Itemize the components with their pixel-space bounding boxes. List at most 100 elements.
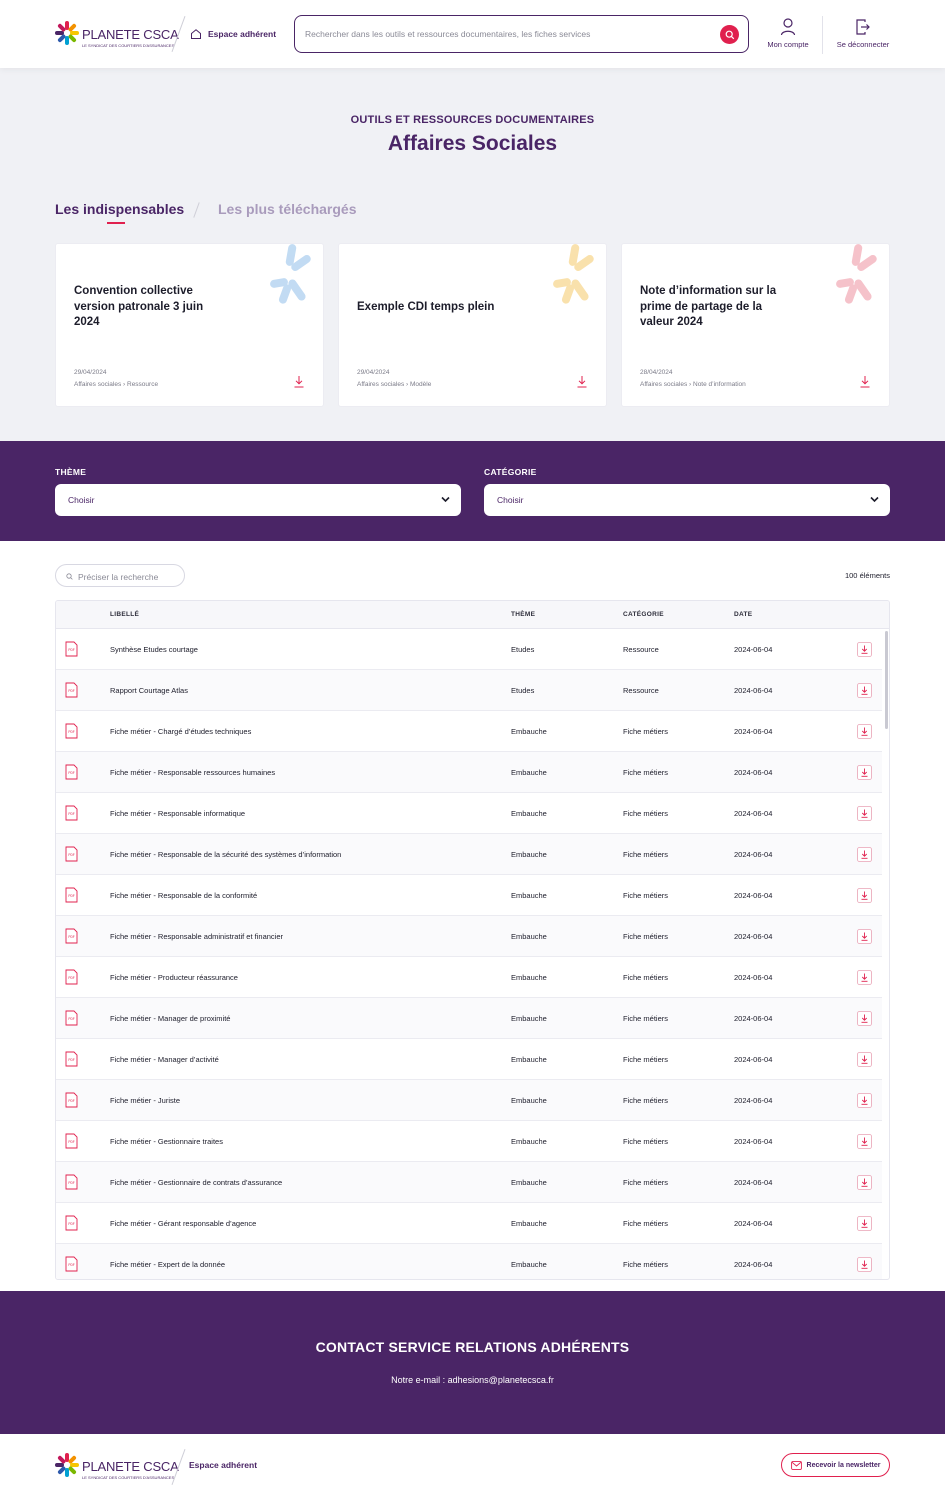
download-icon[interactable] [857,683,872,698]
newsletter-button[interactable]: Recevoir la newsletter [781,1453,890,1477]
column-header-categorie[interactable]: CATÉGORIE [623,611,664,618]
download-icon[interactable] [857,1175,872,1190]
document-card[interactable]: Convention collective version patronale … [55,243,324,407]
pdf-file-icon: PDF [65,641,78,657]
row-theme: Embauche [511,1096,547,1105]
table-row[interactable]: PDF Fiche métier - Responsable de la conf… [56,875,882,916]
row-label[interactable]: Fiche métier - Responsable ressources hu… [110,768,275,777]
download-icon[interactable] [857,847,872,862]
table-row[interactable]: PDF Synthèse Etudes courtage Etudes Ressour… [56,629,882,670]
table-row[interactable]: PDF Fiche métier - Producteur réassurance… [56,957,882,998]
pdf-file-icon: PDF [65,764,78,780]
download-icon[interactable] [293,375,305,388]
row-label[interactable]: Fiche métier - Expert de la donnée [110,1260,225,1269]
account-button[interactable]: Mon compte [758,18,818,49]
planete-csca-logo[interactable]: PLANETE CSCA LE SYNDICAT DES COURTIERS D… [55,18,179,52]
row-label[interactable]: Fiche métier - Gestionnaire traites [110,1137,223,1146]
footer-espace-label[interactable]: Espace adhérent [189,1460,257,1470]
table-row[interactable]: PDF Fiche métier - Responsable de la sécu… [56,834,882,875]
download-icon[interactable] [859,375,871,388]
pdf-badge: PDF [68,1017,74,1021]
row-date: 2024-06-04 [734,850,773,859]
row-theme: Etudes [511,686,535,695]
row-label[interactable]: Fiche métier - Manager d’activité [110,1055,219,1064]
pdf-file-icon: PDF [65,1256,78,1272]
table-row[interactable]: PDF Fiche métier - Expert de la donnée Emb… [56,1244,882,1279]
table-row[interactable]: PDF Fiche métier - Gestionnaire de contra… [56,1162,882,1203]
row-label[interactable]: Fiche métier - Juriste [110,1096,180,1105]
card-title[interactable]: Convention collective version patronale … [74,284,224,331]
row-label[interactable]: Fiche métier - Gestionnaire de contrats … [110,1178,282,1187]
card-title[interactable]: Note d’information sur la prime de parta… [640,284,790,331]
tab-les-indispensables[interactable]: Les indispensables [55,201,184,217]
search-input[interactable]: Rechercher dans les outils et ressources… [305,29,590,39]
document-card[interactable]: Note d’information sur la prime de parta… [621,243,890,407]
row-label[interactable]: Fiche métier - Responsable informatique [110,809,245,818]
download-icon[interactable] [857,765,872,780]
table-row[interactable]: PDF Fiche métier - Responsable ressources… [56,752,882,793]
download-icon[interactable] [857,970,872,985]
pdf-badge: PDF [68,812,74,816]
card-category: Note d’information [693,381,746,388]
row-date: 2024-06-04 [734,1014,773,1023]
logout-button[interactable]: Se déconnecter [833,18,893,49]
pdf-badge: PDF [68,1222,74,1226]
search-button[interactable] [720,25,739,44]
pdf-badge: PDF [68,894,74,898]
card-date: 28/04/2024 [640,369,673,376]
row-label[interactable]: Fiche métier - Gérant responsable d’agen… [110,1219,256,1228]
row-date: 2024-06-04 [734,809,773,818]
refine-search-input[interactable]: Préciser la recherche [55,564,185,587]
row-theme: Embauche [511,809,547,818]
global-search[interactable]: Rechercher dans les outils et ressources… [294,15,749,53]
column-header-libelle[interactable]: LIBELLÉ [110,611,139,618]
download-icon[interactable] [857,929,872,944]
pdf-file-icon: PDF [65,682,78,698]
table-row[interactable]: PDF Fiche métier - Responsable administra… [56,916,882,957]
pdf-badge: PDF [68,935,74,939]
table-row[interactable]: PDF Fiche métier - Responsable informatiq… [56,793,882,834]
table-row[interactable]: PDF Fiche métier - Manager de proximité Em… [56,998,882,1039]
download-icon[interactable] [857,888,872,903]
page-title: Affaires Sociales [387,132,558,155]
row-label[interactable]: Fiche métier - Chargé d’études technique… [110,727,251,736]
active-tab-indicator [107,222,125,224]
table-row[interactable]: PDF Fiche métier - Juriste Embauche Fiche m… [56,1080,882,1121]
download-icon[interactable] [857,1052,872,1067]
row-category: Fiche métiers [623,768,669,777]
tab-les-plus-telecharges[interactable]: Les plus téléchargés [218,201,357,217]
table-row[interactable]: PDF Fiche métier - Manager d’activité Emba… [56,1039,882,1080]
download-icon[interactable] [857,806,872,821]
column-header-theme[interactable]: THÈME [511,611,535,618]
table-row[interactable]: PDF Fiche métier - Chargé d’études techni… [56,711,882,752]
theme-select[interactable]: Choisir [55,484,461,516]
row-label[interactable]: Synthèse Etudes courtage [110,645,198,654]
row-label[interactable]: Fiche métier - Responsable administratif… [110,932,283,941]
download-icon[interactable] [857,1257,872,1272]
download-icon[interactable] [857,642,872,657]
footer-logo[interactable]: PLANETE CSCA LE SYNDICAT DES COURTIERS D… [55,1450,179,1484]
document-card[interactable]: Exemple CDI temps plein 29/04/2024 Affai… [338,243,607,407]
card-title[interactable]: Exemple CDI temps plein [357,300,507,316]
row-date: 2024-06-04 [734,1260,773,1269]
row-label[interactable]: Rapport Courtage Atlas [110,686,188,695]
espace-adherent-link[interactable]: Espace adhérent [190,28,276,40]
table-row[interactable]: PDF Fiche métier - Gérant responsable d’a… [56,1203,882,1244]
download-icon[interactable] [857,1011,872,1026]
row-category: Ressource [623,686,659,695]
table-row[interactable]: PDF Fiche métier - Gestionnaire traites Em… [56,1121,882,1162]
row-label[interactable]: Fiche métier - Producteur réassurance [110,973,238,982]
download-icon[interactable] [857,1216,872,1231]
table-row[interactable]: PDF Rapport Courtage Atlas Etudes Ressource… [56,670,882,711]
download-icon[interactable] [857,1134,872,1149]
download-icon[interactable] [576,375,588,388]
row-label[interactable]: Fiche métier - Manager de proximité [110,1014,230,1023]
column-header-date[interactable]: DATE [734,611,752,618]
row-label[interactable]: Fiche métier - Responsable de la sécurit… [110,850,341,859]
download-icon[interactable] [857,724,872,739]
category-select[interactable]: Choisir [484,484,890,516]
row-label[interactable]: Fiche métier - Responsable de la conform… [110,891,257,900]
download-icon[interactable] [857,1093,872,1108]
table-scrollbar[interactable] [885,631,888,729]
contact-email[interactable]: Notre e-mail : adhesions@planetecsca.fr [0,1375,945,1385]
